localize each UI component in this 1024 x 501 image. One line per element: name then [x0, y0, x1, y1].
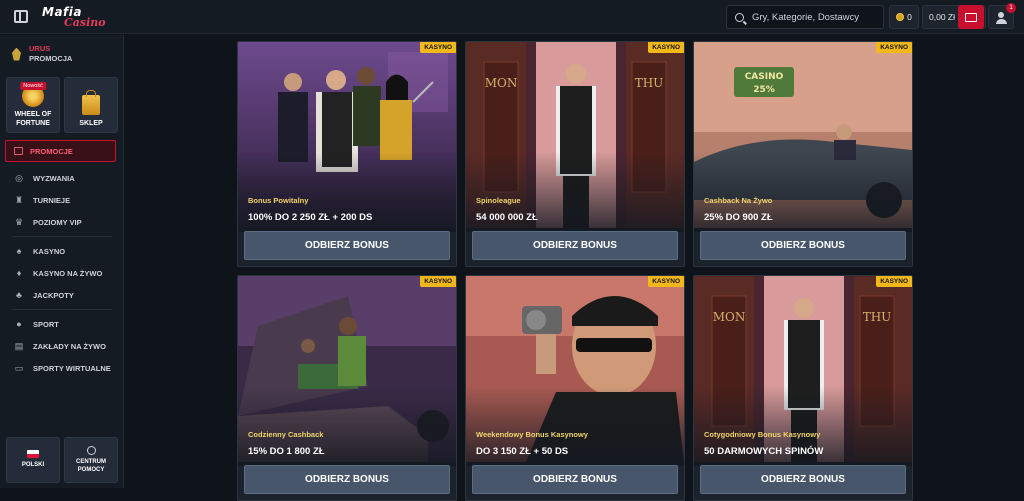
claim-bonus-button[interactable]: ODBIERZ BONUS [472, 465, 678, 494]
sidebar-item-live-casino[interactable]: ♦ KASYNO NA ŻYWO [0, 262, 124, 284]
promo-title: Weekendowy Bonus Kasynowy [476, 430, 588, 439]
sidebar-nav: ◎ WYZWANIA ♜ TURNIEJE ♛ POZIOMY VIP ♠ KASYNO… [0, 167, 124, 379]
wheel-of-fortune-tile[interactable]: Nowość WHEEL OF FORTUNE [6, 77, 60, 133]
sidebar-toggle-icon[interactable] [14, 10, 28, 23]
search-input[interactable] [752, 11, 872, 23]
help-icon [86, 446, 96, 455]
new-badge: Nowość [20, 82, 46, 90]
sidebar-item-tournaments[interactable]: ♜ TURNIEJE [0, 189, 124, 211]
promo-card[interactable]: KASYNO Weekendowy Bonus Kasynowy DO 3 15… [465, 275, 685, 501]
user-icon [998, 12, 1004, 18]
door-sign-right: THU [863, 310, 892, 324]
promo-title: Codzienny Cashback [248, 430, 324, 439]
sidebar-item-label: PROMOCJE [30, 146, 73, 156]
claim-bonus-button[interactable]: ODBIERZ BONUS [700, 465, 906, 494]
tile-label: WHEEL OF FORTUNE [14, 111, 52, 127]
door-sign-left: MON [485, 76, 518, 90]
spade-icon: ♠ [16, 246, 22, 256]
divider [12, 309, 112, 310]
promo-value: 50 DARMOWYCH SPINÓW [704, 446, 824, 457]
logo[interactable]: Mafia Casino [42, 5, 106, 29]
category-tag: KASYNO [648, 42, 684, 53]
trophy-icon: ♜ [14, 194, 24, 205]
sidebar-item-vip-levels[interactable]: ♛ POZIOMY VIP [0, 211, 124, 233]
ball-icon: ● [16, 319, 22, 329]
monitor-icon: ▭ [14, 362, 24, 373]
language-selector[interactable]: POLSKI [6, 437, 60, 483]
shopping-bag-icon [82, 89, 100, 115]
promo-title: Cotygodniowy Bonus Kasynowy [704, 430, 821, 439]
sidebar: URUS PROMOCJA Nowość WHEEL OF FORTUNE SK… [0, 35, 124, 488]
notification-badge: 1 [1006, 3, 1016, 13]
cards-icon: ♦ [16, 268, 22, 278]
promo-card[interactable]: CASINO 25% KASYNO Cashback Na Żywo 25% D… [693, 41, 913, 267]
rank-badge-icon [12, 47, 21, 61]
rank-subtitle: PROMOCJA [29, 54, 73, 63]
category-tag: KASYNO [420, 42, 456, 53]
door-sign-right: THU [635, 76, 664, 90]
help-label: CENTRUM POMOCY [76, 459, 106, 473]
promo-title: Spinoleague [476, 196, 521, 205]
promo-value: 100% DO 2 250 ZŁ + 200 DS [248, 212, 373, 223]
deposit-button[interactable] [958, 5, 984, 29]
coin-icon [896, 13, 905, 21]
ticket-icon: ▤ [14, 340, 24, 351]
sidebar-item-virtual-sports[interactable]: ▭ SPORTY WIRTUALNE [0, 357, 124, 379]
promo-value: DO 3 150 ZŁ + 50 DS [476, 446, 569, 457]
claim-bonus-button[interactable]: ODBIERZ BONUS [472, 231, 678, 260]
category-tag: KASYNO [648, 276, 684, 287]
balance-amount: 0,00 Zł [929, 12, 955, 22]
promo-value: 15% DO 1 800 ZŁ [248, 446, 325, 457]
sidebar-item-live-bets[interactable]: ▤ ZAKŁADY NA ŻYWO [0, 335, 124, 357]
promo-card[interactable]: MON THU KASYNO Spinoleague 54 000 000 ZŁ… [465, 41, 685, 267]
promo-title: Cashback Na Żywo [704, 196, 773, 205]
profile-button[interactable]: 1 [988, 3, 1016, 29]
sidebar-item-casino[interactable]: ♠ KASYNO [0, 240, 124, 262]
sidebar-item-jackpots[interactable]: ♣ JACKPOTY [0, 284, 124, 306]
gift-icon [14, 147, 23, 155]
logo-text-bottom: Casino [64, 16, 106, 29]
promo-value: 54 000 000 ZŁ [476, 212, 538, 223]
target-icon: ◎ [15, 172, 23, 183]
search-icon [735, 12, 744, 22]
casino-sign: CASINO [745, 72, 784, 82]
crown-icon: ♛ [14, 216, 24, 227]
top-bar: Mafia Casino 0 0,00 Zł 1 [0, 0, 1024, 34]
claim-bonus-button[interactable]: ODBIERZ BONUS [244, 231, 450, 260]
category-tag: KASYNO [876, 276, 912, 287]
poland-flag-icon [27, 450, 39, 459]
help-center-button[interactable]: CENTRUM POMOCY [64, 437, 118, 483]
vip-rank[interactable]: URUS PROMOCJA [12, 44, 72, 64]
sidebar-item-challenges[interactable]: ◎ WYZWANIA [0, 167, 124, 189]
promo-value: 25% DO 900 ZŁ [704, 212, 773, 223]
rank-name: URUS [29, 44, 51, 53]
divider [12, 236, 112, 237]
promo-card[interactable]: MON THU KASYNO Cotygodniowy Bonus Kasyno… [693, 275, 913, 501]
sidebar-item-promotions[interactable]: PROMOCJE [5, 140, 116, 162]
coins-count: 0 [907, 12, 912, 22]
language-label: POLSKI [21, 462, 45, 469]
promo-title: Bonus Powitalny [248, 196, 309, 205]
sidebar-item-sport[interactable]: ● SPORT [0, 313, 124, 335]
claim-bonus-button[interactable]: ODBIERZ BONUS [700, 231, 906, 260]
casino-percent: 25% [753, 85, 775, 95]
door-sign-left: MON [713, 310, 746, 324]
tile-label: SKLEP [79, 119, 103, 127]
category-tag: KASYNO [420, 276, 456, 287]
category-tag: KASYNO [876, 42, 912, 53]
clover-icon: ♣ [16, 290, 22, 300]
coins-button[interactable]: 0 [889, 5, 919, 29]
promo-card[interactable]: KASYNO Bonus Powitalny 100% DO 2 250 ZŁ … [237, 41, 457, 267]
wallet-icon [965, 12, 977, 22]
shop-tile[interactable]: SKLEP [64, 77, 118, 133]
claim-bonus-button[interactable]: ODBIERZ BONUS [244, 465, 450, 494]
promo-card[interactable]: KASYNO Codzienny Cashback 15% DO 1 800 Z… [237, 275, 457, 501]
search-box[interactable] [726, 5, 884, 29]
